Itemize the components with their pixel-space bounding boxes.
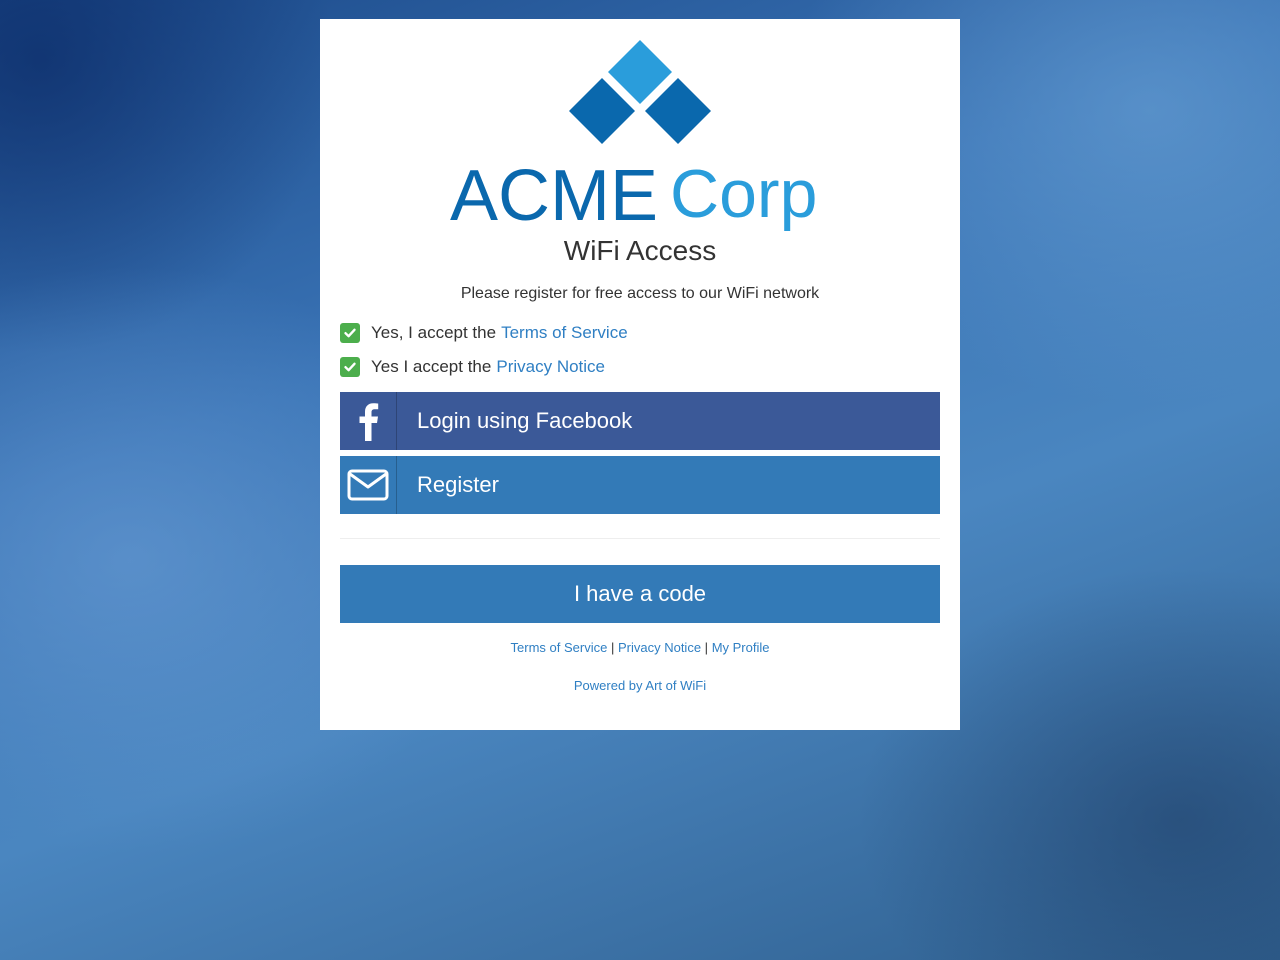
- footer-separator: |: [704, 640, 709, 655]
- privacy-consent-text: Yes I accept the: [371, 357, 492, 376]
- footer-links: Terms of Service | Privacy Notice | My P…: [320, 640, 960, 655]
- privacy-notice-link[interactable]: Privacy Notice: [496, 357, 605, 377]
- privacy-checkbox[interactable]: [340, 357, 360, 377]
- login-card: ACME Corp WiFi Access Please register fo…: [320, 19, 960, 730]
- register-label: Register: [417, 472, 499, 497]
- footer-my-profile-link[interactable]: My Profile: [712, 640, 770, 655]
- terms-of-service-link[interactable]: Terms of Service: [501, 323, 628, 343]
- envelope-icon-box: [340, 456, 397, 514]
- checkmark-icon: [344, 362, 356, 372]
- have-code-button[interactable]: I have a code: [340, 565, 940, 623]
- footer-privacy-link[interactable]: Privacy Notice: [618, 640, 701, 655]
- page-subtitle: Please register for free access to our W…: [460, 285, 820, 302]
- terms-checkbox[interactable]: [340, 323, 360, 343]
- footer-terms-link[interactable]: Terms of Service: [511, 640, 608, 655]
- powered-by-link[interactable]: Powered by Art of WiFi: [574, 678, 706, 693]
- register-button[interactable]: Register: [340, 456, 940, 514]
- envelope-icon: [347, 469, 389, 501]
- acme-corp-logo: ACME Corp: [450, 40, 817, 236]
- brand-name-corp: Corp: [670, 156, 817, 232]
- facebook-login-label: Login using Facebook: [417, 408, 633, 433]
- facebook-icon-box: [340, 392, 397, 450]
- facebook-icon: [359, 403, 379, 441]
- privacy-consent-row: Yes I accept the Privacy Notice: [340, 356, 605, 378]
- checkmark-icon: [344, 328, 356, 338]
- page-title: WiFi Access: [563, 235, 717, 266]
- facebook-login-button[interactable]: Login using Facebook: [340, 392, 940, 450]
- have-code-label: I have a code: [573, 581, 707, 606]
- divider: [340, 538, 940, 539]
- brand-name-acme: ACME: [450, 156, 658, 236]
- diamond-logo-icon: [569, 40, 711, 144]
- powered-by: Powered by Art of WiFi: [320, 678, 960, 693]
- footer-separator: |: [610, 640, 615, 655]
- terms-consent-text: Yes, I accept the: [371, 323, 497, 342]
- terms-consent-row: Yes, I accept the Terms of Service: [340, 322, 628, 344]
